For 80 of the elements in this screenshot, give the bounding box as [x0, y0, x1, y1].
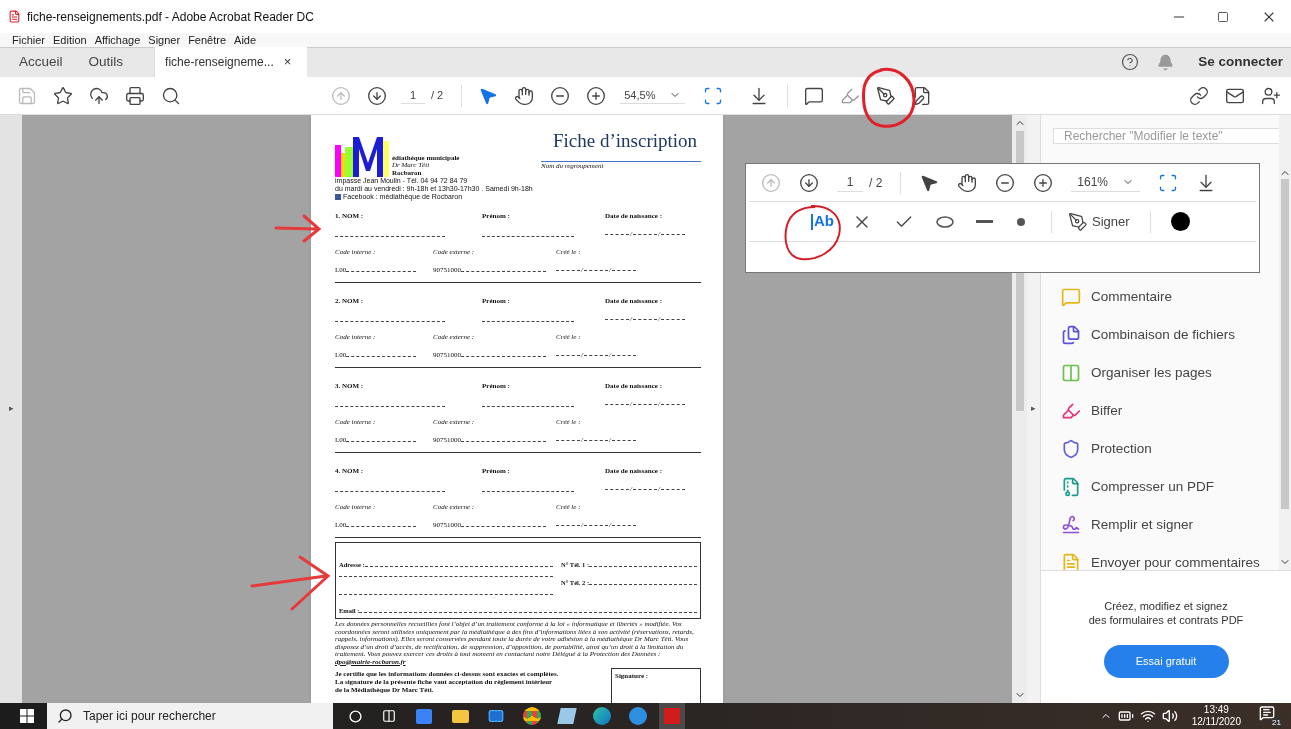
add-text-tool[interactable]: Ab: [811, 210, 834, 233]
menu-item[interactable]: Edition: [53, 33, 87, 47]
tab[interactable]: Outils: [75, 47, 137, 77]
store-icon[interactable]: [416, 708, 432, 724]
menu-item[interactable]: Aide: [234, 33, 257, 47]
window-title: fiche-renseignements.pdf - Adobe Acrobat Reader DC: [27, 8, 314, 26]
comment-icon[interactable]: [804, 85, 825, 106]
cortana-icon[interactable]: [349, 709, 362, 723]
link-icon[interactable]: [1189, 85, 1209, 106]
hand-icon[interactable]: [957, 172, 978, 193]
zoom-out-icon[interactable]: [995, 172, 1016, 193]
zoom-dropdown[interactable]: 161%: [1071, 173, 1141, 192]
menu-item[interactable]: Fenêtre: [188, 33, 227, 47]
tool-item[interactable]: Compresser un PDF: [1061, 475, 1279, 499]
search-icon: [57, 708, 73, 724]
pdf-file-icon: [8, 10, 21, 23]
page-down-icon[interactable]: [367, 85, 387, 106]
page-number-field[interactable]: 1: [401, 86, 425, 105]
tool-item[interactable]: Commentaire: [1061, 285, 1279, 309]
logo-icon: [335, 137, 391, 177]
promo-text: Créez, modifiez et signez des formulaires et contrats PDF: [1088, 599, 1244, 627]
task-view-icon[interactable]: [382, 709, 396, 723]
left-pane-handle[interactable]: ▸: [0, 115, 22, 703]
ellipse-icon[interactable]: [936, 215, 954, 228]
color-swatch[interactable]: [1170, 212, 1190, 231]
sign-in-link[interactable]: Se connecter: [1198, 51, 1283, 73]
volume-icon[interactable]: [1161, 708, 1178, 724]
tool-item[interactable]: Envoyer pour commentaires: [1061, 551, 1279, 570]
hand-icon[interactable]: [514, 85, 535, 106]
page-down-icon[interactable]: [799, 172, 819, 193]
maximize-icon[interactable]: [1217, 10, 1229, 23]
menu-item[interactable]: Signer: [148, 33, 181, 47]
mail-icon[interactable]: [487, 708, 505, 724]
tool-item[interactable]: Biffer: [1061, 399, 1279, 423]
menu-item[interactable]: Affichage: [94, 33, 141, 47]
add-user-icon[interactable]: [1261, 85, 1281, 106]
tool-search-field[interactable]: Rechercher "Modifier le texte": [1053, 128, 1279, 144]
notification-count: 21: [1270, 718, 1283, 727]
tab[interactable]: Accueil: [6, 47, 76, 77]
zoom-in-icon[interactable]: [586, 85, 607, 106]
app-icon[interactable]: [557, 708, 577, 724]
browser-icon[interactable]: [523, 707, 541, 725]
clock-time[interactable]: 13:49: [1203, 704, 1229, 716]
zoom-in-icon[interactable]: [1033, 172, 1054, 193]
print-icon[interactable]: [125, 85, 145, 106]
sign-button[interactable]: Signer: [1068, 211, 1130, 232]
edge-browser-icon[interactable]: [593, 707, 611, 725]
tool-item[interactable]: Combinaison de fichiers: [1061, 323, 1279, 347]
arrow-annotation: [274, 212, 322, 244]
cloud-upload-icon[interactable]: [89, 85, 109, 106]
help-icon[interactable]: [1121, 53, 1140, 71]
zoom-dropdown[interactable]: 54,5%: [620, 86, 686, 105]
pen-icon[interactable]: [876, 85, 897, 106]
tool-item[interactable]: Remplir et signer: [1061, 513, 1279, 537]
page-count: / 2: [869, 174, 883, 192]
battery-icon[interactable]: [1117, 708, 1134, 724]
tab[interactable]: fiche-renseigneme... ×: [154, 47, 308, 77]
notifications-button[interactable]: 21: [1259, 705, 1283, 727]
menu-item[interactable]: Fichier: [12, 33, 45, 47]
tool-item[interactable]: Organiser les pages: [1061, 361, 1279, 385]
panel-scrollbar[interactable]: [1279, 115, 1291, 570]
pen-icon: [1068, 211, 1088, 232]
page-number-field[interactable]: 1: [837, 173, 863, 192]
star-icon[interactable]: [53, 85, 73, 106]
page-count: / 2: [431, 88, 444, 104]
facebook-icon: [335, 194, 341, 200]
taskbar-search-field[interactable]: Taper ici pour rechercher: [47, 703, 333, 729]
search-icon[interactable]: [161, 85, 181, 106]
fit-page-icon[interactable]: [1158, 172, 1179, 193]
app-icon[interactable]: [629, 707, 647, 725]
free-trial-button[interactable]: Essai gratuit: [1103, 645, 1229, 678]
zoom-out-icon[interactable]: [550, 85, 571, 106]
tab-close-button[interactable]: ×: [283, 52, 292, 72]
folder-icon[interactable]: [452, 709, 469, 723]
wifi-icon[interactable]: [1139, 708, 1156, 724]
windows-logo-icon[interactable]: [20, 709, 34, 723]
clock-date[interactable]: 12/11/2020: [1191, 716, 1241, 728]
form-title: Fiche d’inscription: [553, 129, 698, 153]
fit-page-icon[interactable]: [703, 85, 724, 106]
tool-item[interactable]: Protection: [1061, 437, 1279, 461]
